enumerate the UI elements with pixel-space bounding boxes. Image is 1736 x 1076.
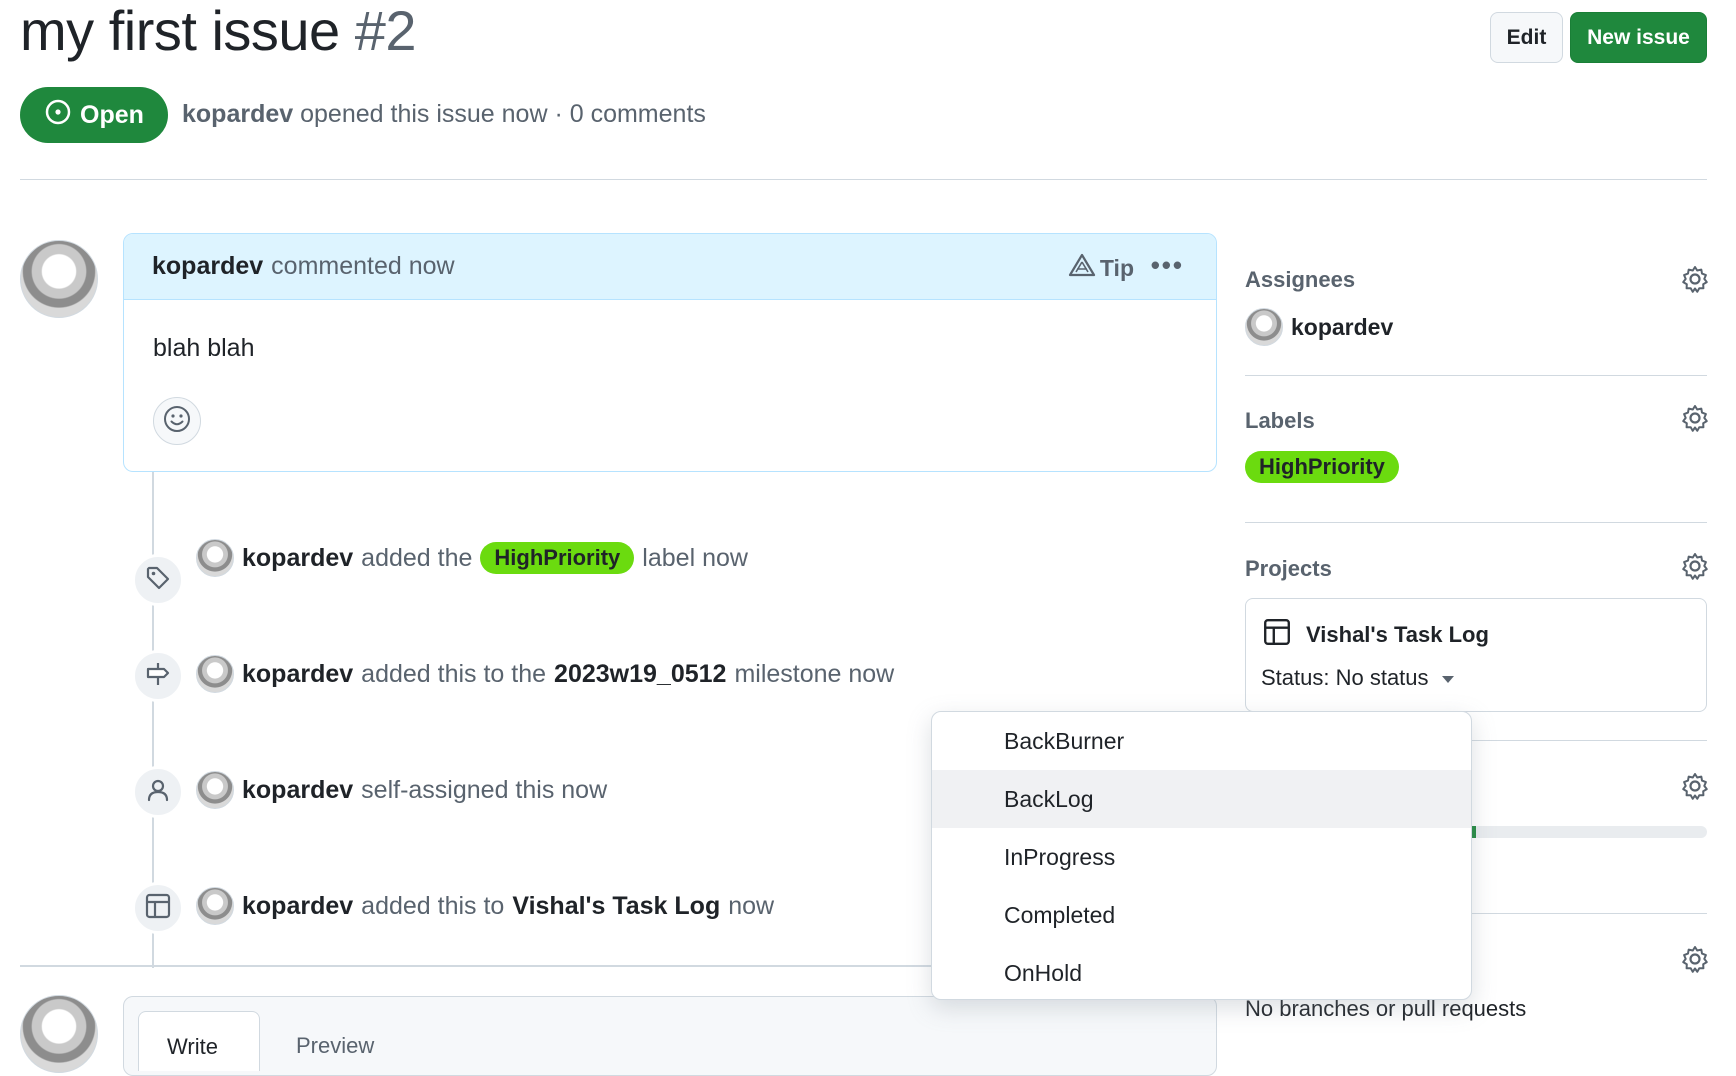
event-text: added the <box>361 543 473 572</box>
comment-header: kopardev commented now Tip ••• <box>124 234 1216 300</box>
avatar[interactable] <box>20 995 98 1073</box>
projects-heading[interactable]: Projects <box>1245 556 1332 582</box>
event-author[interactable]: kopardev <box>242 660 353 689</box>
timeline-event-assign: kopardev self-assigned this now <box>196 771 608 809</box>
avatar[interactable] <box>196 539 234 577</box>
event-text: added this to the <box>361 659 547 688</box>
gear-icon[interactable] <box>1680 264 1710 299</box>
labels-heading[interactable]: Labels <box>1245 408 1315 434</box>
status-dropdown: BackBurner BackLog InProgress Completed … <box>931 711 1472 1000</box>
table-icon <box>144 892 172 925</box>
dropdown-option[interactable]: BackBurner <box>932 712 1471 770</box>
project-link[interactable]: Vishal's Task Log <box>512 892 720 921</box>
gear-icon[interactable] <box>1680 551 1710 586</box>
project-status-label: Status: No status <box>1261 665 1429 690</box>
header-divider <box>20 179 1707 180</box>
project-status-select[interactable]: Status: No status <box>1261 665 1457 691</box>
event-text: milestone now <box>734 659 895 688</box>
issue-author-link[interactable]: kopardev <box>182 100 293 128</box>
caret-down-icon <box>1439 665 1457 691</box>
issue-meta: kopardev opened this issue now · 0 comme… <box>182 100 706 129</box>
tab-preview[interactable]: Preview <box>296 1033 374 1059</box>
timeline-event-label: kopardev added the HighPriority label no… <box>196 539 748 577</box>
comment-composer: Write Preview <box>123 996 1217 1076</box>
smiley-icon <box>162 404 192 439</box>
timeline-event-milestone: kopardev added this to the 2023w19_0512 … <box>196 655 895 693</box>
project-card: Vishal's Task Log Status: No status <box>1245 598 1707 712</box>
event-text: self-assigned this now <box>361 775 608 804</box>
person-icon <box>144 776 172 809</box>
project-name: Vishal's Task Log <box>1306 622 1489 647</box>
comment-action: commented now <box>271 252 455 280</box>
assignees-heading[interactable]: Assignees <box>1245 267 1355 293</box>
tab-write[interactable]: Write <box>138 1011 260 1071</box>
add-reaction-button[interactable] <box>153 397 201 445</box>
warning-triangle-icon <box>1068 253 1096 283</box>
sidebar-divider <box>1245 522 1707 523</box>
gear-icon[interactable] <box>1680 403 1710 438</box>
assignee-item[interactable]: kopardev <box>1245 308 1393 346</box>
gear-icon[interactable] <box>1680 944 1710 979</box>
event-text: now <box>728 891 775 920</box>
dropdown-option[interactable]: InProgress <box>932 828 1471 886</box>
new-issue-button[interactable]: New issue <box>1570 12 1707 63</box>
event-author[interactable]: kopardev <box>242 776 353 805</box>
event-text: label now <box>642 543 748 572</box>
status-label: Open <box>80 100 144 129</box>
dropdown-option[interactable]: OnHold <box>932 944 1471 999</box>
comment-box: kopardev commented now Tip ••• blah blah <box>123 233 1217 472</box>
milestone-icon <box>144 660 172 693</box>
milestone-link[interactable]: 2023w19_0512 <box>554 660 726 689</box>
issue-title-text: my first issue <box>20 0 340 62</box>
timeline-badge <box>132 766 184 818</box>
avatar[interactable] <box>196 655 234 693</box>
avatar[interactable] <box>20 240 98 318</box>
comment-author[interactable]: kopardev <box>152 252 263 281</box>
issue-meta-text: opened this issue now · 0 comments <box>300 100 706 128</box>
event-author[interactable]: kopardev <box>242 544 353 573</box>
edit-button[interactable]: Edit <box>1490 12 1563 63</box>
kebab-menu-icon[interactable]: ••• <box>1151 250 1184 281</box>
avatar[interactable] <box>196 887 234 925</box>
event-author[interactable]: kopardev <box>242 892 353 921</box>
project-title[interactable]: Vishal's Task Log <box>1262 617 1489 653</box>
assignee-name: kopardev <box>1291 313 1394 340</box>
timeline-badge <box>132 882 184 934</box>
label-pill[interactable]: HighPriority <box>480 542 635 574</box>
table-icon <box>1262 617 1292 653</box>
status-badge: Open <box>20 87 168 143</box>
dropdown-option[interactable]: Completed <box>932 886 1471 944</box>
comment-body: blah blah <box>153 334 255 362</box>
sidebar-divider <box>1245 375 1707 376</box>
avatar[interactable] <box>196 771 234 809</box>
timeline-badge <box>132 650 184 702</box>
gear-icon[interactable] <box>1680 771 1710 806</box>
issue-open-icon <box>44 98 72 133</box>
tip-button[interactable]: Tip <box>1068 253 1134 283</box>
issue-title: my first issue #2 <box>20 0 417 63</box>
issue-number: #2 <box>354 0 417 62</box>
dropdown-option[interactable]: BackLog <box>932 770 1471 828</box>
label-pill[interactable]: HighPriority <box>1245 451 1399 483</box>
timeline-event-project: kopardev added this to Vishal's Task Log… <box>196 887 775 925</box>
milestone-progress-bar <box>1472 826 1707 838</box>
avatar <box>1245 308 1283 346</box>
timeline-badge <box>132 554 184 606</box>
milestone-progress-fill <box>1472 826 1476 838</box>
event-text: added this to <box>361 891 505 920</box>
tag-icon <box>144 564 172 597</box>
tip-label: Tip <box>1099 254 1134 281</box>
